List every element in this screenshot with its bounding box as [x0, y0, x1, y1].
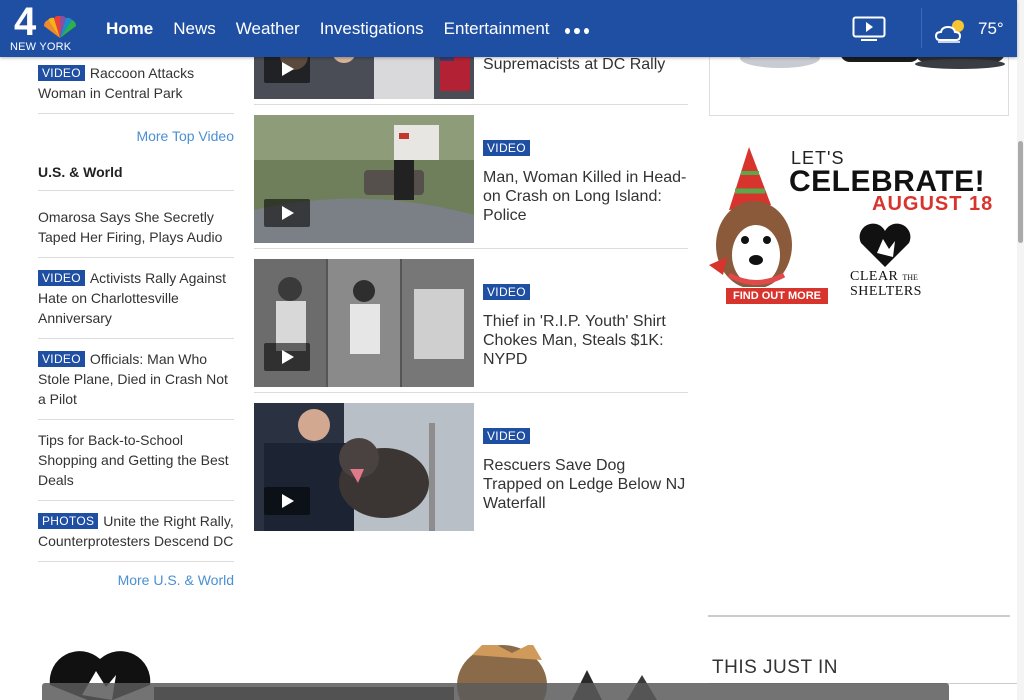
more-dots-icon[interactable]	[565, 28, 589, 34]
video-badge: VIDEO	[38, 351, 85, 367]
video-badge: VIDEO	[38, 270, 85, 286]
clear-the-shelters-ad[interactable]: LET'S CELEBRATE! AUGUST 18 FIND OUT MORE…	[709, 145, 1009, 307]
nav-news[interactable]: News	[173, 19, 216, 39]
ad-date: AUGUST 18	[872, 193, 994, 215]
temperature[interactable]: 75°	[978, 19, 1004, 39]
more-world-link[interactable]: More U.S. & World	[38, 572, 234, 588]
story-thumbnail[interactable]	[254, 115, 474, 243]
overlay-bar[interactable]	[42, 683, 949, 700]
section-divider	[708, 615, 1010, 617]
story-text: VIDEO Rescuers Save Dog Trapped on Ledge…	[483, 428, 688, 513]
this-just-in-heading: THIS JUST IN	[712, 657, 838, 678]
tv-play-icon[interactable]	[852, 16, 886, 42]
logo-city: NEW YORK	[10, 41, 72, 53]
story-title[interactable]: Rescuers Save Dog Trapped on Ledge Below…	[483, 456, 688, 513]
play-icon[interactable]	[264, 55, 310, 83]
find-out-more-button[interactable]: FIND OUT MORE	[725, 287, 829, 305]
scrollbar-thumb[interactable]	[1018, 141, 1023, 243]
list-item[interactable]: VIDEO Activists Rally Against Hate on Cha…	[38, 258, 234, 339]
site-header: 4 NEW YORK Home News Weather Investigati…	[0, 0, 1017, 57]
play-icon[interactable]	[264, 199, 310, 227]
story-text: VIDEO Thief in 'R.I.P. Youth' Shirt Chok…	[483, 284, 688, 369]
photos-badge: PHOTOS	[38, 513, 99, 529]
nbc-new-york-logo[interactable]: 4 NEW YORK	[10, 0, 80, 54]
headline[interactable]: Omarosa Says She Secretly Taped Her Firi…	[38, 209, 222, 245]
left-column: VIDEO Raccoon Attacks Woman in Central Pa…	[38, 57, 234, 588]
video-badge: VIDEO	[38, 65, 85, 81]
play-icon[interactable]	[264, 487, 310, 515]
main-nav: Home News Weather Investigations Enterta…	[106, 19, 570, 39]
section-title[interactable]: U.S. & World	[38, 164, 234, 191]
ad-brand: CLEAR THE SHELTERS	[850, 269, 922, 299]
list-item[interactable]: VIDEO Raccoon Attacks Woman in Central Pa…	[38, 57, 234, 114]
story-item[interactable]: VIDEO Thief in 'R.I.P. Youth' Shirt Chok…	[254, 249, 688, 393]
peacock-icon	[43, 16, 77, 38]
more-top-video-link[interactable]: More Top Video	[38, 128, 234, 144]
story-title[interactable]: Man, Woman Killed in Head-on Crash on Lo…	[483, 168, 688, 225]
story-thumbnail[interactable]	[254, 403, 474, 531]
story-title[interactable]: Thief in 'R.I.P. Youth' Shirt Chokes Man…	[483, 312, 688, 369]
list-item[interactable]: VIDEO Officials: Man Who Stole Plane, Die…	[38, 339, 234, 420]
story-item[interactable]: VIDEO Man, Woman Killed in Head-on Crash…	[254, 105, 688, 249]
play-icon[interactable]	[264, 343, 310, 371]
nav-home[interactable]: Home	[106, 19, 153, 39]
list-item[interactable]: PHOTOS Unite the Right Rally, Counterprot…	[38, 501, 234, 562]
page-scrollbar[interactable]	[1017, 0, 1024, 700]
list-item[interactable]: Tips for Back-to-School Shopping and Get…	[38, 420, 234, 501]
story-title[interactable]: Supremacists at DC Rally	[483, 55, 688, 74]
nav-weather[interactable]: Weather	[236, 19, 300, 39]
story-text: VIDEO Man, Woman Killed in Head-on Crash…	[483, 140, 688, 225]
nav-entertainment[interactable]: Entertainment	[444, 19, 550, 39]
video-badge: VIDEO	[483, 140, 530, 156]
video-badge: VIDEO	[483, 284, 530, 300]
headline[interactable]: Tips for Back-to-School Shopping and Get…	[38, 432, 229, 488]
nav-investigations[interactable]: Investigations	[320, 19, 424, 39]
story-thumbnail[interactable]	[254, 259, 474, 387]
video-badge: VIDEO	[483, 428, 530, 444]
partly-cloudy-icon[interactable]	[934, 16, 970, 44]
header-divider	[921, 8, 922, 48]
clear-the-shelters-logo-icon	[859, 223, 911, 267]
list-item[interactable]: Omarosa Says She Secretly Taped Her Firi…	[38, 191, 234, 258]
story-item[interactable]: VIDEO Rescuers Save Dog Trapped on Ledge…	[254, 393, 688, 537]
story-text: Supremacists at DC Rally	[483, 55, 688, 74]
logo-number: 4	[14, 0, 36, 44]
